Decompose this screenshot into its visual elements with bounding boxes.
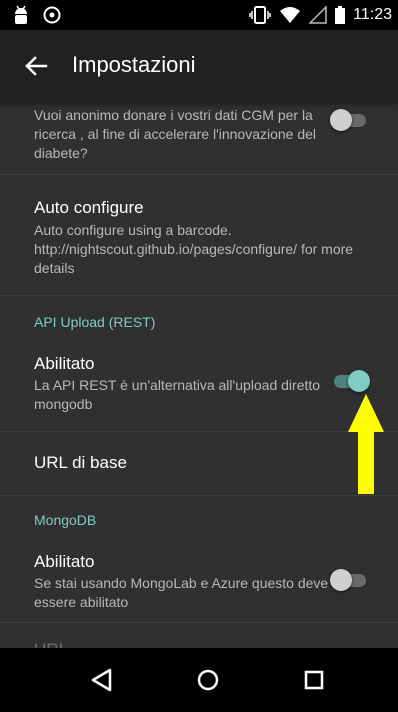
donate-data-switch[interactable] xyxy=(330,108,370,132)
switch-thumb xyxy=(330,109,352,131)
pref-api-enabled-title: Abilitato xyxy=(34,354,95,373)
preferences-list: Vuoi anonimo donare i vostri dati CGM pe… xyxy=(0,102,398,648)
signal-icon xyxy=(309,6,327,24)
page-title: Impostazioni xyxy=(72,52,196,77)
mongo-enabled-switch[interactable] xyxy=(330,568,370,592)
pref-mongo-enabled[interactable]: Abilitato Se stai usando MongoLab e Azur… xyxy=(0,542,398,622)
android-debug-icon xyxy=(15,5,27,24)
annotation-arrow-icon xyxy=(348,394,384,494)
pref-donate-summary: Vuoi anonimo donare i vostri dati CGM pe… xyxy=(34,107,317,161)
pref-mongo-enabled-title: Abilitato xyxy=(34,552,95,571)
category-mongodb: MongoDB xyxy=(34,512,97,528)
sync-icon xyxy=(43,6,61,24)
switch-thumb xyxy=(348,370,370,392)
home-circle-icon[interactable] xyxy=(190,662,226,698)
recents-square-icon[interactable] xyxy=(296,662,332,698)
api-enabled-switch[interactable] xyxy=(330,369,370,393)
pref-auto-configure-title: Auto configure xyxy=(34,198,144,217)
pref-auto-configure-summary: Auto configure using a barcode. http://n… xyxy=(34,222,354,276)
divider xyxy=(0,622,398,623)
pref-mongo-enabled-summary: Se stai usando MongoLab e Azure questo d… xyxy=(34,575,329,610)
switch-thumb xyxy=(330,569,352,591)
app-bar: Impostazioni xyxy=(0,30,398,102)
pref-donate-data[interactable]: Vuoi anonimo donare i vostri dati CGM pe… xyxy=(0,102,398,174)
status-bar: 11:23 xyxy=(0,0,398,30)
battery-icon xyxy=(335,6,346,24)
pref-api-enabled[interactable]: Abilitato La API REST è un'alternativa a… xyxy=(0,344,398,430)
divider xyxy=(0,295,398,296)
pref-base-url-title: URL di base xyxy=(34,453,127,472)
arrow-left-icon[interactable] xyxy=(22,52,50,80)
category-api-upload: API Upload (REST) xyxy=(34,314,156,330)
divider xyxy=(0,495,398,496)
back-triangle-icon[interactable] xyxy=(84,662,120,698)
pref-auto-configure[interactable]: Auto configure Auto configure using a ba… xyxy=(0,175,398,295)
navigation-bar xyxy=(0,648,398,712)
pref-base-url[interactable]: URL di base xyxy=(0,432,398,494)
wifi-icon xyxy=(280,7,301,23)
pref-api-enabled-summary: La API REST è un'alternativa all'upload … xyxy=(34,377,321,412)
pref-uri-title[interactable]: URI xyxy=(34,640,63,648)
vibrate-icon xyxy=(249,6,271,24)
status-time: 11:23 xyxy=(353,6,392,23)
